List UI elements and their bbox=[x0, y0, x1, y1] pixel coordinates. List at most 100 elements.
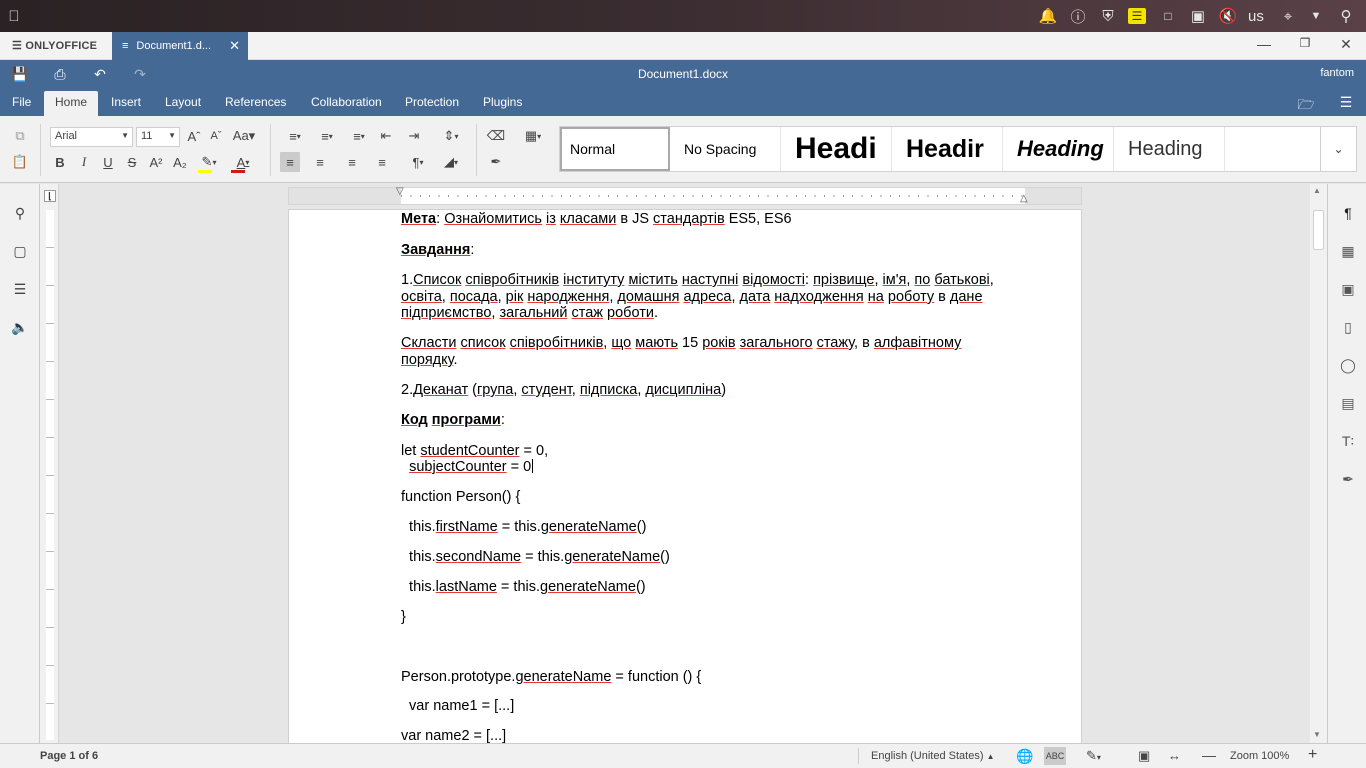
open-file-location-icon[interactable]: 🗁 bbox=[1296, 94, 1316, 112]
zoom-level[interactable]: Zoom 100% bbox=[1230, 750, 1289, 762]
scroll-down-icon[interactable]: ▼ bbox=[1313, 730, 1321, 739]
doc-line[interactable]: this.firstName = this.generateName() bbox=[401, 519, 646, 535]
first-line-indent-marker[interactable]: ▽ bbox=[396, 186, 404, 197]
language-selector[interactable]: English (United States) ▲ bbox=[871, 750, 994, 762]
align-right-icon[interactable]: ≡ bbox=[342, 152, 362, 172]
doc-line[interactable]: Завдання: bbox=[401, 242, 474, 258]
shape-settings-icon[interactable]: ◯ bbox=[1337, 354, 1359, 376]
tab-references[interactable]: References bbox=[225, 91, 286, 116]
wifi-icon[interactable]: ⌖ bbox=[1278, 6, 1298, 26]
doc-line[interactable]: } bbox=[401, 609, 406, 625]
decrease-indent-icon[interactable]: ⇤ bbox=[376, 126, 396, 146]
doc-line[interactable]: this.secondName = this.generateName() bbox=[401, 549, 670, 565]
tab-home[interactable]: Home bbox=[44, 91, 98, 116]
fit-page-icon[interactable]: ▣ bbox=[1138, 748, 1150, 764]
terminal-icon[interactable]: □ bbox=[1158, 6, 1178, 26]
italic-icon[interactable]: I bbox=[74, 152, 94, 172]
user-name[interactable]: fantom bbox=[1320, 67, 1354, 79]
zoom-in-icon[interactable]: + bbox=[1308, 746, 1317, 764]
close-tab-icon[interactable]: ✕ bbox=[229, 38, 240, 54]
vertical-scrollbar[interactable]: ▲ ▼ bbox=[1310, 184, 1327, 743]
style-no-spacing[interactable]: No Spacing bbox=[670, 127, 781, 171]
hamburger-menu-icon[interactable]: ☰ bbox=[1336, 94, 1356, 112]
numbering-icon[interactable]: ≡ ▾ bbox=[314, 126, 340, 146]
vertical-ruler[interactable]: ⌊ bbox=[40, 184, 59, 743]
mute-icon[interactable]: 🔇 bbox=[1218, 6, 1238, 26]
globe-icon[interactable]: 🌐 bbox=[1016, 748, 1033, 765]
subscript-icon[interactable]: A₂ bbox=[170, 152, 190, 172]
zoom-out-icon[interactable]: — bbox=[1202, 747, 1216, 763]
doc-line[interactable]: Person.prototype.generateName = function… bbox=[401, 669, 701, 685]
notes-icon[interactable]: ☰ bbox=[1128, 8, 1146, 24]
document-tab[interactable]: ≡ Document1.d... ✕ bbox=[112, 32, 248, 60]
doc-line[interactable]: 1.Список співробітників інституту містит… bbox=[401, 272, 994, 288]
style-heading-3[interactable]: Heading bbox=[1003, 127, 1114, 171]
doc-line[interactable]: let studentCounter = 0, bbox=[401, 443, 548, 459]
scroll-up-icon[interactable]: ▲ bbox=[1313, 186, 1321, 195]
decrease-font-icon[interactable]: Aˇ bbox=[206, 126, 226, 146]
document-canvas[interactable] bbox=[59, 184, 1310, 743]
paragraph-marks-icon[interactable]: ¶ ▾ bbox=[404, 152, 432, 172]
style-heading-2[interactable]: Headir bbox=[892, 127, 1003, 171]
keyboard-layout[interactable]: us bbox=[1248, 8, 1264, 25]
clear-style-icon[interactable]: ⌫ bbox=[486, 126, 506, 146]
copy-icon[interactable]: ⧉ bbox=[10, 126, 30, 146]
apple-icon[interactable]:  bbox=[4, 6, 24, 26]
tab-insert[interactable]: Insert bbox=[111, 91, 141, 116]
underline-icon[interactable]: U bbox=[98, 152, 118, 172]
doc-line[interactable]: var name1 = [...] bbox=[401, 698, 514, 714]
doc-line[interactable]: Мета: Ознайомитись із класами в JS станд… bbox=[401, 211, 792, 227]
page-indicator[interactable]: Page 1 of 6 bbox=[40, 750, 98, 762]
table-settings-icon[interactable]: ▦ bbox=[1337, 240, 1359, 262]
tab-file[interactable]: File bbox=[12, 91, 31, 116]
right-indent-marker[interactable]: △ bbox=[1020, 193, 1028, 204]
doc-line[interactable]: this.lastName = this.generateName() bbox=[401, 579, 646, 595]
tab-stop-selector[interactable]: ⌊ bbox=[44, 190, 56, 202]
change-case-icon[interactable]: Aa▾ bbox=[230, 126, 258, 146]
font-color-icon[interactable]: A ▾ bbox=[228, 152, 258, 172]
speaker-icon[interactable]: 🔈 bbox=[9, 316, 31, 338]
style-heading-4[interactable]: Heading bbox=[1114, 127, 1225, 171]
bold-icon[interactable]: B bbox=[50, 152, 70, 172]
textart-settings-icon[interactable]: T∶ bbox=[1337, 430, 1359, 452]
search-icon[interactable]: ⚲ bbox=[1336, 6, 1356, 26]
dropdown-icon[interactable]: ▼ bbox=[1306, 6, 1326, 26]
align-center-icon[interactable]: ≡ bbox=[310, 152, 330, 172]
increase-font-icon[interactable]: Aˆ bbox=[184, 126, 204, 146]
shading-icon[interactable]: ◢ ▾ bbox=[436, 152, 466, 172]
scrollbar-thumb[interactable] bbox=[1313, 210, 1324, 250]
bell-icon[interactable]: 🔔 bbox=[1038, 6, 1058, 26]
track-changes-icon[interactable]: ✎▾ bbox=[1086, 748, 1101, 764]
header-footer-icon[interactable]: ▯ bbox=[1337, 316, 1359, 338]
font-size-combo[interactable]: 11 ▼ bbox=[136, 127, 180, 147]
justify-icon[interactable]: ≡ bbox=[372, 152, 392, 172]
superscript-icon[interactable]: A² bbox=[146, 152, 166, 172]
chart-settings-icon[interactable]: ▤ bbox=[1337, 392, 1359, 414]
bullets-icon[interactable]: ≡ ▾ bbox=[282, 126, 308, 146]
doc-line[interactable]: subjectCounter = 0 bbox=[401, 459, 531, 475]
tab-collaboration[interactable]: Collaboration bbox=[311, 91, 382, 116]
find-icon[interactable]: ⚲ bbox=[9, 202, 31, 224]
line-spacing-icon[interactable]: ⇕ ▾ bbox=[436, 126, 466, 146]
image-settings-icon[interactable]: ▣ bbox=[1337, 278, 1359, 300]
doc-line[interactable]: Код програми: bbox=[401, 412, 505, 428]
tab-protection[interactable]: Protection bbox=[405, 91, 459, 116]
paste-icon[interactable]: 📋 bbox=[10, 152, 30, 172]
copy-style-dropdown-icon[interactable]: ▦ ▾ bbox=[518, 126, 548, 146]
format-painter-icon[interactable]: ✒ bbox=[486, 152, 506, 172]
minimize-button[interactable]: — bbox=[1254, 36, 1274, 56]
doc-line[interactable]: 2.Деканат (група, студент, підписка, дис… bbox=[401, 382, 726, 398]
increase-indent-icon[interactable]: ⇥ bbox=[404, 126, 424, 146]
restore-button[interactable]: ❐ bbox=[1295, 36, 1315, 56]
doc-line[interactable]: порядку. bbox=[401, 352, 457, 368]
doc-line[interactable]: освіта, посада, рік народження, домашня … bbox=[401, 289, 983, 305]
highlight-icon[interactable]: ✎ ▾ bbox=[194, 152, 224, 172]
clipboard-icon[interactable]: ▣ bbox=[1188, 6, 1208, 26]
spellcheck-icon[interactable]: ABC bbox=[1044, 747, 1066, 765]
font-name-combo[interactable]: Arial ▼ bbox=[50, 127, 133, 147]
comments-icon[interactable]: ▢ bbox=[9, 240, 31, 262]
paragraph-settings-icon[interactable]: ¶ bbox=[1337, 202, 1359, 224]
tab-plugins[interactable]: Plugins bbox=[483, 91, 522, 116]
align-left-icon[interactable]: ≡ bbox=[280, 152, 300, 172]
doc-line[interactable]: var name2 = [...] bbox=[401, 728, 506, 744]
